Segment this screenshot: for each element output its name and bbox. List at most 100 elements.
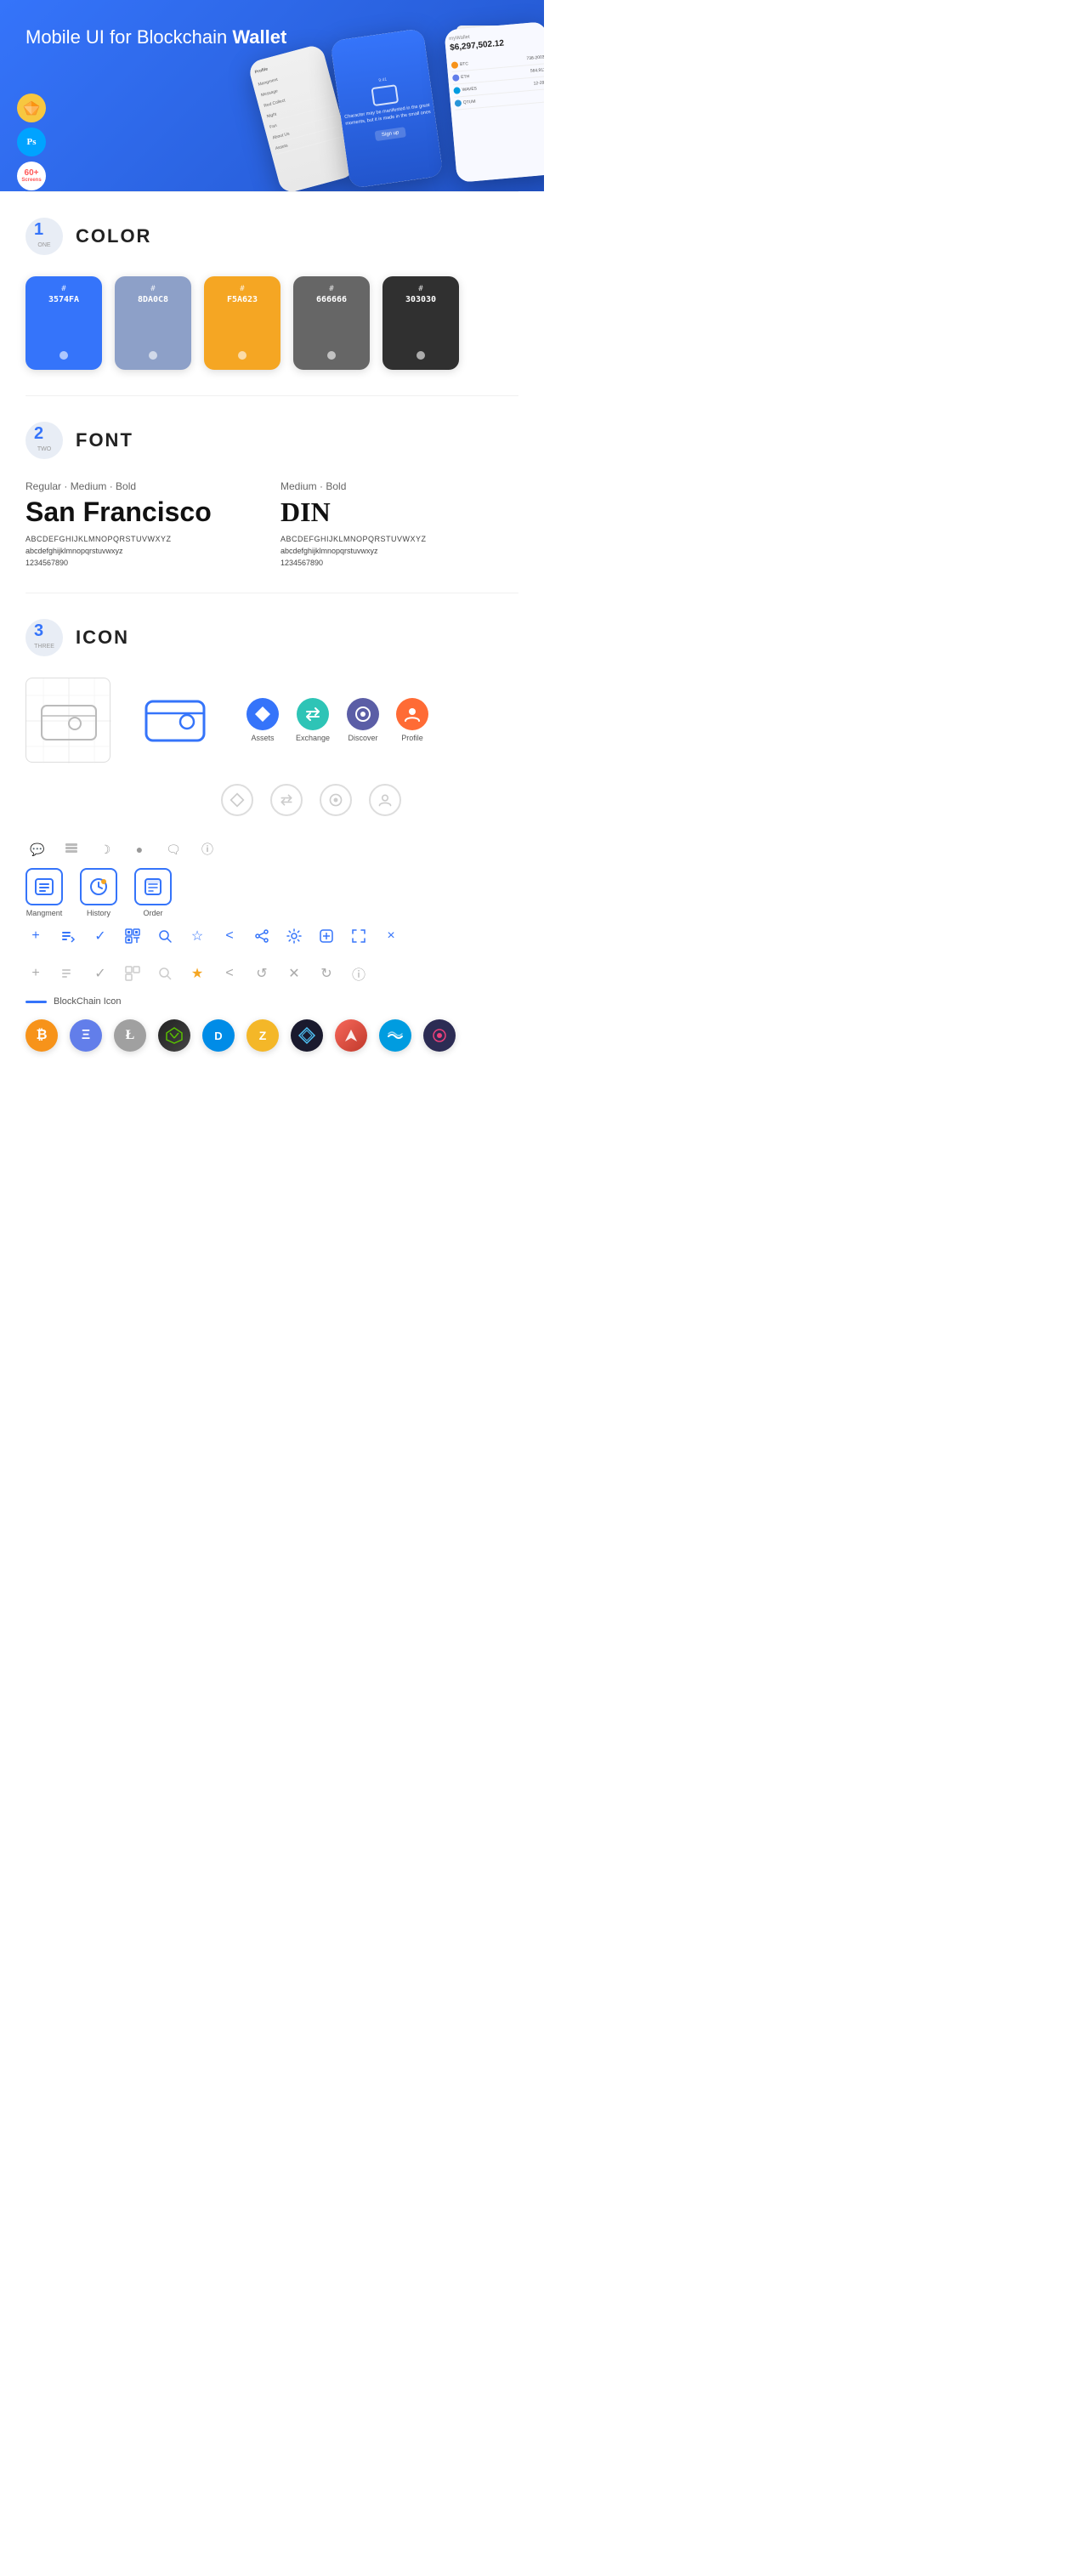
- photoshop-icon: Ps: [17, 128, 46, 156]
- discover-icon-box: Discover: [347, 698, 379, 742]
- neo-icon: [158, 1019, 190, 1052]
- exchange-icon-box: Exchange: [296, 698, 330, 742]
- order-icon-item: Order: [134, 868, 172, 917]
- info-icon: ⓘ: [196, 837, 219, 861]
- search-ghost-icon: [155, 963, 175, 984]
- small-icons-top-row: 💬 ☽ ● 🗨 ⓘ: [26, 837, 518, 861]
- qr-icon: [122, 926, 143, 946]
- assets-label: Assets: [251, 734, 274, 742]
- gear-icon: [284, 926, 304, 946]
- litecoin-icon: Ł: [114, 1019, 146, 1052]
- font-section-header: 2 TWO FONT: [26, 422, 518, 459]
- swatch-slate: # 8DA0C8: [115, 276, 191, 370]
- phone-mockups: Profile Mangment Message Red Collect Nig…: [238, 17, 544, 187]
- history-label: History: [87, 909, 110, 917]
- icon-section: 3 THREE ICON: [0, 593, 544, 1094]
- star-active-icon: ★: [187, 963, 207, 984]
- exchange-label: Exchange: [296, 734, 330, 742]
- bc-line: [26, 1001, 47, 1003]
- close-icon: ×: [381, 926, 401, 946]
- font-number-badge: 2 TWO: [26, 422, 63, 459]
- color-number-badge: 1 ONE: [26, 218, 63, 255]
- color-label: COLOR: [76, 225, 151, 247]
- sf-lowercase: abcdefghijklmnopqrstuvwxyz: [26, 547, 264, 555]
- chevron-left-icon: <: [219, 926, 240, 946]
- mangment-label: Mangment: [26, 909, 63, 917]
- upload-icon: [316, 926, 337, 946]
- nav-icons-filled: Assets Exchange: [246, 698, 428, 742]
- assets-icon: [246, 698, 279, 730]
- swatch-orange: # F5A623: [204, 276, 280, 370]
- check-icon: ✓: [90, 926, 110, 946]
- mangment-icon-item: Mangment: [26, 868, 63, 917]
- exchange-icon: [297, 698, 329, 730]
- waves-coin-icon: [379, 1019, 411, 1052]
- order-label: Order: [143, 909, 162, 917]
- layers-icon: [60, 837, 83, 861]
- profile-icon: [396, 698, 428, 730]
- search-icon: [155, 926, 175, 946]
- close-ghost-icon: ✕: [284, 963, 304, 984]
- sf-uppercase: ABCDEFGHIJKLMNOPQRSTUVWXYZ: [26, 535, 264, 543]
- chevron-left-ghost-icon: <: [219, 963, 240, 984]
- expand-icon: [348, 926, 369, 946]
- mangment-icon: [26, 868, 63, 905]
- icon-guide-filled: [136, 678, 221, 763]
- discover-icon: [347, 698, 379, 730]
- bc-label: BlockChain Icon: [54, 996, 122, 1007]
- font-section: 2 TWO FONT Regular · Medium · Bold San F…: [0, 396, 544, 593]
- share-icon: [252, 926, 272, 946]
- hero-tool-icons: Ps 60+ Screens: [17, 94, 46, 190]
- font-label: FONT: [76, 429, 133, 451]
- assets-ghost-icon: [221, 784, 253, 816]
- message-icon: 🗨: [162, 837, 185, 861]
- swatch-dark: # 303030: [382, 276, 459, 370]
- icon-construction-row: Assets Exchange: [26, 678, 518, 763]
- plus-icon: +: [26, 926, 46, 946]
- sf-name: San Francisco: [26, 496, 264, 528]
- profile-ghost-icon: [369, 784, 401, 816]
- screens-badge: 60+ Screens: [17, 162, 46, 190]
- star-icon: ☆: [187, 926, 207, 946]
- font-grid: Regular · Medium · Bold San Francisco AB…: [26, 480, 518, 567]
- blockchain-label-row: BlockChain Icon: [26, 996, 518, 1007]
- plus-ghost-icon: +: [26, 963, 46, 984]
- mgmt-icons-row: Mangment History: [26, 868, 518, 917]
- assets-icon-box: Assets: [246, 698, 279, 742]
- action-icons-row-blue: + ✓ ☆ < ×: [26, 917, 518, 955]
- sketch-icon: [17, 94, 46, 122]
- redo-icon: ↻: [316, 963, 337, 984]
- check-ghost-icon: ✓: [90, 963, 110, 984]
- icon-guide-wireframe: [26, 678, 110, 763]
- profile-icon-box: Profile: [396, 698, 428, 742]
- matic-icon: [423, 1019, 456, 1052]
- qr-ghost-icon: [122, 963, 143, 984]
- din-name: DIN: [280, 496, 518, 528]
- hero-section: Mobile UI for Blockchain Wallet UI Kit P…: [0, 0, 544, 191]
- swatch-blue: # 3574FA: [26, 276, 102, 370]
- din-style: Medium · Bold: [280, 480, 518, 492]
- bitcoin-icon: ₿: [26, 1019, 58, 1052]
- list-edit-icon: [58, 926, 78, 946]
- discover-label: Discover: [348, 734, 378, 742]
- font-din: Medium · Bold DIN ABCDEFGHIJKLMNOPQRSTUV…: [280, 480, 518, 567]
- history-icon: [80, 868, 117, 905]
- action-icons-row-ghost: + ✓ ★ < ↺ ✕ ↻ ⓘ: [26, 955, 518, 992]
- grid-icon: [291, 1019, 323, 1052]
- din-numbers: 1234567890: [280, 559, 518, 567]
- info-ghost-icon: ⓘ: [348, 963, 369, 984]
- font-sf: Regular · Medium · Bold San Francisco AB…: [26, 480, 264, 567]
- ethereum-icon: Ξ: [70, 1019, 102, 1052]
- refresh-icon: ↺: [252, 963, 272, 984]
- icon-section-header: 3 THREE ICON: [26, 619, 518, 656]
- chat-icon: 💬: [26, 837, 49, 861]
- profile-label: Profile: [401, 734, 423, 742]
- moon-icon: ☽: [94, 837, 117, 861]
- color-swatches-container: # 3574FA # 8DA0C8 # F5A623 # 666666 # 30…: [26, 276, 518, 370]
- din-uppercase: ABCDEFGHIJKLMNOPQRSTUVWXYZ: [280, 535, 518, 543]
- zcash-icon: Z: [246, 1019, 279, 1052]
- dash-icon: D: [202, 1019, 235, 1052]
- ark-icon: [335, 1019, 367, 1052]
- exchange-ghost-icon: [270, 784, 303, 816]
- color-section: 1 ONE COLOR # 3574FA # 8DA0C8 # F5A623 #…: [0, 192, 544, 395]
